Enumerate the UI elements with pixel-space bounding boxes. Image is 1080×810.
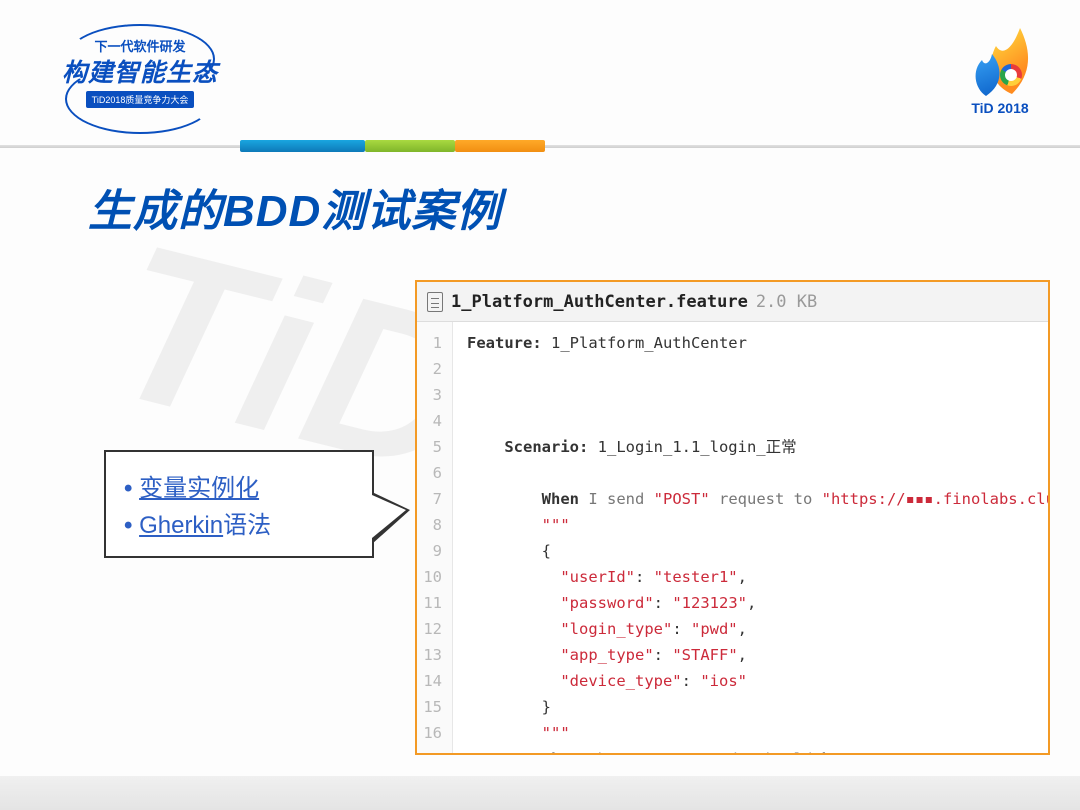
file-size: 2.0 KB bbox=[756, 292, 817, 312]
code-content: Feature: 1_Platform_AuthCenter Scenario:… bbox=[453, 322, 1048, 753]
footer-band bbox=[0, 776, 1080, 810]
callout-item: 变量实例化 bbox=[124, 468, 354, 503]
code-header: 1_Platform_AuthCenter.feature 2.0 KB bbox=[417, 282, 1048, 322]
line-gutter: 1 2 3 4 5 6 7 8 9 10 11 12 13 14 15 16 1… bbox=[417, 322, 453, 753]
logo-badge: TiD2018质量竞争力大会 bbox=[86, 91, 195, 108]
header-band: 下一代软件研发 构建智能生态 TiD2018质量竞争力大会 TiD 2018 bbox=[0, 0, 1080, 150]
logo-title: 构建智能生态 bbox=[60, 53, 220, 89]
event-logo-right: TiD 2018 bbox=[970, 28, 1030, 116]
logo-right-caption: TiD 2018 bbox=[970, 100, 1030, 116]
code-panel: 1_Platform_AuthCenter.feature 2.0 KB 1 2… bbox=[415, 280, 1050, 755]
event-logo-left: 下一代软件研发 构建智能生态 TiD2018质量竞争力大会 bbox=[60, 34, 220, 108]
file-name: 1_Platform_AuthCenter.feature bbox=[451, 292, 748, 312]
page-title: 生成的BDD测试案例 bbox=[88, 175, 501, 239]
flame-icon bbox=[970, 28, 1030, 98]
document-icon bbox=[427, 292, 443, 312]
code-body: 1 2 3 4 5 6 7 8 9 10 11 12 13 14 15 16 1… bbox=[417, 322, 1048, 753]
callout-box: 变量实例化 Gherkin语法 bbox=[104, 450, 374, 558]
callout-item: Gherkin语法 bbox=[124, 505, 354, 540]
